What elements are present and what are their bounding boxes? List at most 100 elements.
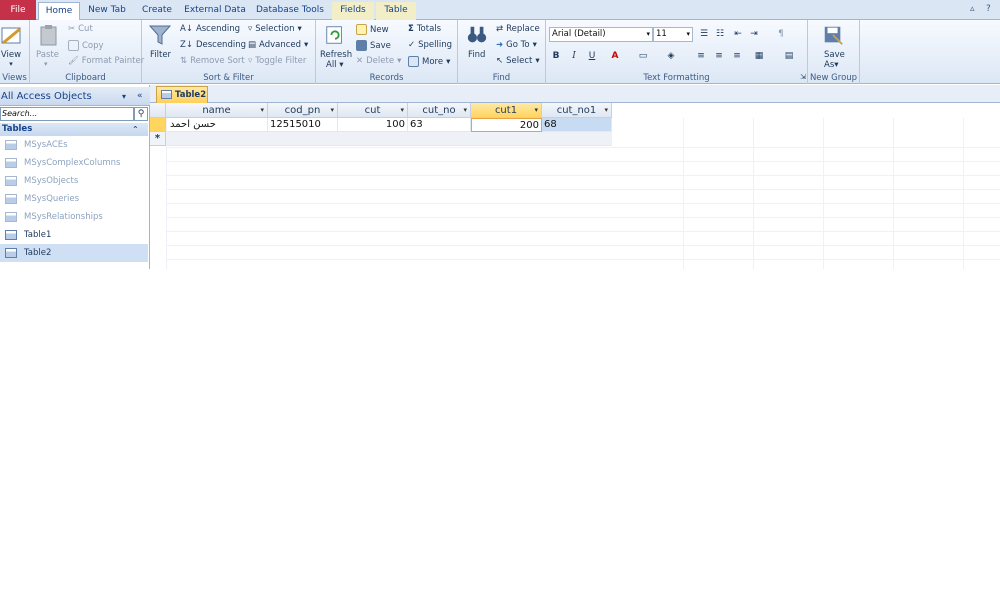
column-dropdown-icon[interactable]: ▾ [260,103,264,118]
nav-dropdown-icon[interactable]: ▾ [122,87,126,106]
column-header-cut1[interactable]: cut1 ▾ [471,103,542,118]
tab-external-data[interactable]: External Data [182,2,248,20]
cut-button[interactable]: ✂ Cut [68,24,93,34]
cell-cut-no[interactable]: 63 [408,118,471,132]
help-icon[interactable]: ? [986,4,991,14]
column-dropdown-icon[interactable]: ▾ [534,103,538,118]
column-header-name[interactable]: name ▾ [166,103,268,118]
nav-item-msysaces[interactable]: MSysACEs [0,136,148,154]
column-dropdown-icon[interactable]: ▾ [463,103,467,118]
tab-table[interactable]: Table [376,2,416,20]
sort-filter-group-label: Sort & Filter [203,73,254,83]
select-button[interactable]: ↖ Select ▾ [496,56,540,66]
copy-button[interactable]: Copy [68,40,104,51]
font-size-dropdown-icon[interactable]: ▾ [686,28,690,41]
spelling-label: Spelling [418,40,453,50]
column-dropdown-icon[interactable]: ▾ [400,103,404,118]
table-icon [5,158,17,168]
font-name-dropdown-icon[interactable]: ▾ [646,28,650,41]
goto-button[interactable]: ➜ Go To ▾ [496,40,537,50]
decrease-indent-icon[interactable]: ⇤ [731,27,745,41]
find-button[interactable]: Find [468,50,485,60]
tab-file[interactable]: File [0,0,36,20]
select-all-corner[interactable] [150,103,166,118]
nav-item-msysobjects[interactable]: MSysObjects [0,172,148,190]
descending-button[interactable]: Z↓ Descending [180,40,246,50]
bullets-icon[interactable]: ☰ [697,27,711,41]
collapse-section-icon[interactable]: ⌃ [132,123,139,136]
font-color-icon[interactable]: A [608,49,622,63]
paste-dropdown-icon[interactable]: ▾ [44,60,48,68]
alternate-row-color-icon[interactable]: ▤ [782,49,796,63]
increase-indent-icon[interactable]: ⇥ [747,27,761,41]
nav-item-msysrelationships[interactable]: MSysRelationships [0,208,148,226]
align-center-icon[interactable]: ≡ [712,49,726,63]
format-painter-button[interactable]: 🖌 Format Painter [68,56,144,66]
paragraph-direction-icon[interactable]: ¶ [774,27,788,41]
nav-item-msyscomplexcolumns[interactable]: MSysComplexColumns [0,154,148,172]
delete-record-button[interactable]: ✕ Delete ▾ [356,56,401,66]
align-left-icon[interactable]: ≡ [694,49,708,63]
column-header-cut[interactable]: cut ▾ [338,103,408,118]
new-record-row[interactable] [166,132,612,146]
ascending-button[interactable]: A↓ Ascending [180,24,240,34]
paste-button[interactable]: Paste [36,50,59,60]
save-record-button[interactable]: Save [356,40,391,51]
tab-database-tools[interactable]: Database Tools [252,2,328,20]
nav-item-msysqueries[interactable]: MSysQueries [0,190,148,208]
tab-fields[interactable]: Fields [332,2,374,20]
gridlines-icon[interactable]: ▦ [752,49,766,63]
save-as-icon [824,26,843,45]
totals-button[interactable]: Σ Totals [408,24,441,34]
cell-cod-pn[interactable]: 12515010 [268,118,338,132]
tab-create[interactable]: Create [136,2,178,20]
text-formatting-group-label: Text Formatting [643,73,710,83]
bold-button[interactable]: B [549,49,563,63]
fill-color-icon[interactable]: ◈ [664,49,678,63]
nav-section-tables[interactable]: Tables ⌃ [0,123,148,136]
advanced-button[interactable]: ▤ Advanced ▾ [248,40,308,50]
spelling-button[interactable]: ✓ Spelling [408,40,452,50]
nav-item-table2[interactable]: Table2 [0,244,148,262]
toggle-filter-button[interactable]: ▿ Toggle Filter [248,56,306,66]
column-dropdown-icon[interactable]: ▾ [604,103,608,118]
nav-item-table1[interactable]: Table1 [0,226,148,244]
shutter-bar-icon[interactable]: « [137,87,143,106]
filter-button[interactable]: Filter [150,50,171,60]
nav-section-label: Tables [2,124,33,134]
tab-new-tab[interactable]: New Tab [82,2,132,20]
cell-cut-no1[interactable]: 68 [542,118,612,132]
tab-home[interactable]: Home [38,2,80,21]
selection-button[interactable]: ▿ Selection ▾ [248,24,302,34]
bg-color-icon[interactable]: ▭ [636,49,650,63]
new-record-button[interactable]: New [356,24,389,35]
align-right-icon[interactable]: ≡ [730,49,744,63]
remove-sort-button[interactable]: ⇅ Remove Sort [180,56,245,66]
italic-button[interactable]: I [567,49,581,63]
view-button[interactable]: View [0,50,22,60]
document-tab-table2[interactable]: Table2 [156,86,208,103]
new-record-selector[interactable]: * [150,132,166,146]
more-button[interactable]: More ▾ [408,56,450,67]
column-header-cod-pn[interactable]: cod_pn ▾ [268,103,338,118]
cell-cut1[interactable]: 200 [471,118,542,132]
nav-pane-header[interactable]: All Access Objects ▾ « [0,87,150,106]
minimize-ribbon-icon[interactable]: ▵ [970,4,975,14]
column-header-cut-no1[interactable]: cut_no1 ▾ [542,103,612,118]
underline-button[interactable]: U [585,49,599,63]
view-dropdown-icon[interactable]: ▾ [0,60,22,68]
cell-cut[interactable]: 100 [338,118,408,132]
save-as-button[interactable]: Save [824,50,845,60]
cell-name[interactable]: حسن احمد [166,118,268,132]
column-dropdown-icon[interactable]: ▾ [330,103,334,118]
refresh-all-button[interactable]: Refresh [320,50,352,60]
search-icon[interactable]: ⚲ [134,107,148,121]
column-header-cut-no[interactable]: cut_no ▾ [408,103,471,118]
replace-button[interactable]: ⇄ Replace [496,24,540,34]
font-name-combo[interactable]: Arial (Detail) ▾ [549,27,653,42]
numbering-icon[interactable]: ☷ [713,27,727,41]
font-size-combo[interactable]: 11 ▾ [653,27,693,42]
refresh-icon [326,26,342,44]
nav-search-input[interactable]: Search... [0,107,134,121]
record-selector[interactable] [150,118,166,132]
